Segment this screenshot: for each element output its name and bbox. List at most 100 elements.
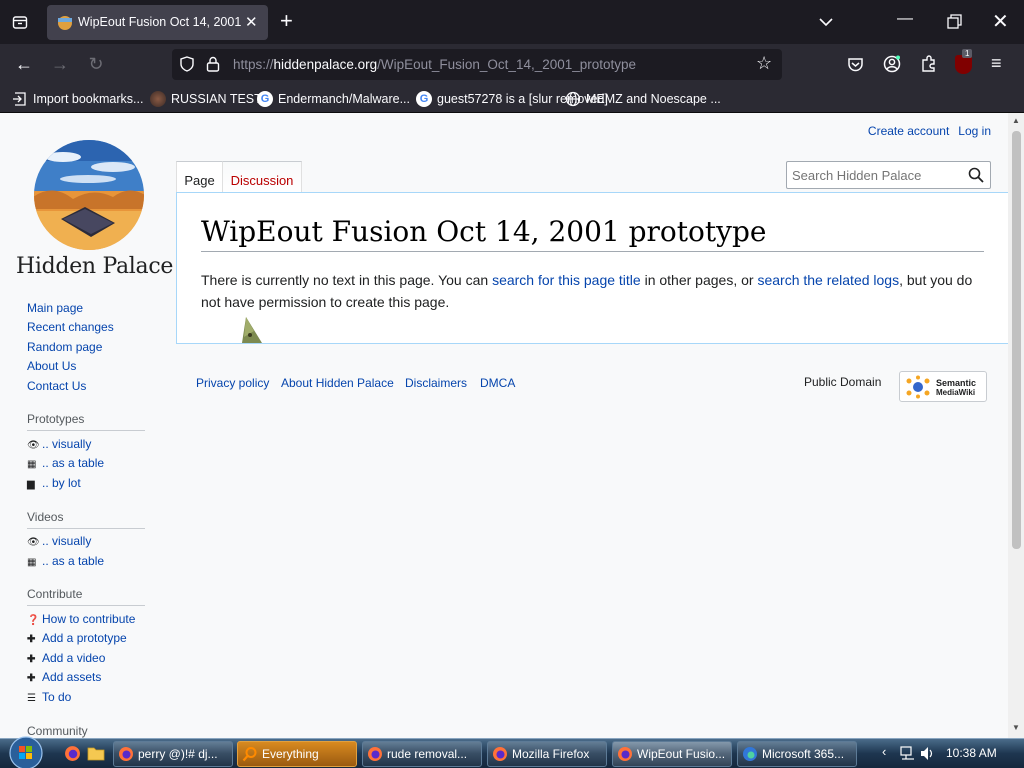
search-icon[interactable] [968,167,984,183]
globe-icon [565,91,581,107]
page-body-text: There is currently no text in this page.… [201,272,973,310]
pocket-icon[interactable] [847,56,864,73]
archive-icon: ▆ [27,479,35,490]
sidebar-item-random-page[interactable]: Random page [27,340,102,354]
url-text[interactable]: https://hiddenpalace.org/WipEout_Fusion_… [233,57,636,72]
tab-discussion[interactable]: Discussion [222,161,302,193]
firefox-icon [119,747,133,761]
sidebar-item-prototypes-lot[interactable]: ▆.. by lot [27,476,81,490]
start-button-icon[interactable] [8,736,44,768]
extensions-icon[interactable] [920,55,937,73]
page-title: WipEout Fusion Oct 14, 2001 prototype [201,215,984,252]
firefox-quicklaunch-icon[interactable] [64,745,81,762]
sidebar-item-to-do[interactable]: ☰ To do [27,690,71,704]
bookmark-memz[interactable]: MEMZ and Noescape ... [565,91,721,107]
sidebar-heading-videos: Videos [27,510,145,529]
hamburger-menu-icon[interactable]: ≡ [991,53,1002,74]
sidebar-item-recent-changes[interactable]: Recent changes [27,320,114,334]
taskbar-item-everything[interactable]: Everything [237,741,357,767]
sidebar-heading-prototypes: Prototypes [27,412,145,431]
scroll-up-icon[interactable]: ▲ [1012,116,1020,125]
google-icon: G [416,91,432,107]
sidebar-item-videos-visually[interactable]: 👁.. visually [27,534,91,548]
tray-expand-icon[interactable]: ‹ [882,744,886,759]
sidebar-item-contact-us[interactable]: Contact Us [27,379,86,393]
shield-icon[interactable] [179,56,195,72]
search-icon [242,747,257,762]
page-scrollbar[interactable]: ▲ ▼ [1008,113,1024,738]
footer-privacy-policy[interactable]: Privacy policy [196,376,269,390]
sidebar-item-add-prototype[interactable]: ✚ Add a prototype [27,631,127,645]
russian-test-icon [150,91,166,107]
minimize-icon[interactable]: — [897,10,913,28]
google-icon: G [257,91,273,107]
back-icon[interactable]: ← [12,52,36,76]
search-page-title-link[interactable]: search for this page title [492,272,641,288]
bookmark-import[interactable]: Import bookmarks... [12,91,143,107]
search-related-logs-link[interactable]: search the related logs [757,272,899,288]
hidden-palace-logo[interactable] [33,139,145,251]
browser-tab-active[interactable]: WipEout Fusion Oct 14, 2001 prototype ✕ [47,5,268,40]
taskbar-item-rude-removal[interactable]: rude removal... [362,741,482,767]
lock-icon[interactable] [206,56,220,72]
create-account-link[interactable]: Create account [868,124,949,138]
table-icon: ▦ [27,557,37,568]
footer-disclaimers[interactable]: Disclaimers [405,376,467,390]
extension-badge: 1 [962,49,973,58]
web-page: Create account Log in Hidden Palace Main … [0,113,1008,738]
edge-icon [743,747,757,761]
plus-icon: ✚ [27,634,36,645]
tab-list-button[interactable] [6,0,34,44]
restore-icon[interactable] [946,13,964,31]
site-name: Hidden Palace [16,254,174,279]
import-icon [13,92,26,106]
firefox-icon [368,747,382,761]
sidebar-item-prototypes-table[interactable]: ▦.. as a table [27,456,104,470]
folder-quicklaunch-icon[interactable] [87,746,105,761]
sidebar-item-prototypes-visually[interactable]: 👁.. visually [27,437,91,451]
bookmark-russian-test[interactable]: RUSSIAN TEST [150,91,262,107]
ublock-icon[interactable]: 1 [955,49,973,74]
volume-icon[interactable] [920,746,936,761]
scroll-thumb[interactable] [1012,131,1021,549]
window-close-icon[interactable]: ✕ [992,9,1009,34]
hidden-palace-favicon [58,16,72,30]
taskbar-clock[interactable]: 10:38 AM [946,746,997,760]
browser-navbar: ← → ↻ https://hiddenpalace.org/WipEout_F… [0,44,1024,85]
tab-close-icon[interactable]: ✕ [245,13,258,31]
semantic-mediawiki-badge[interactable]: Semantic MediaWiki [899,371,987,402]
bookmark-star-icon[interactable]: ☆ [756,53,772,74]
sidebar-item-videos-table[interactable]: ▦.. as a table [27,554,104,568]
scroll-down-icon[interactable]: ▼ [1012,723,1020,732]
chevron-down-icon[interactable] [818,14,834,30]
sidebar-item-main-page[interactable]: Main page [27,301,83,315]
question-circle-icon: ❓ [27,615,40,626]
taskbar-item-wipeout-fusion[interactable]: WipEout Fusio... [612,741,732,767]
search-input[interactable] [792,168,962,183]
url-bar[interactable]: https://hiddenpalace.org/WipEout_Fusion_… [172,49,782,80]
sidebar-item-how-to-contribute[interactable]: ❓ How to contribute [27,612,135,626]
bookmark-endermanch[interactable]: G Endermanch/Malware... [257,91,410,107]
network-icon[interactable] [900,746,916,761]
tab-title: WipEout Fusion Oct 14, 2001 prototype [78,15,244,29]
sidebar-heading-contribute: Contribute [27,587,145,606]
plus-icon: ✚ [27,654,36,665]
taskbar-item-mozilla-firefox[interactable]: Mozilla Firefox [487,741,607,767]
account-icon[interactable] [883,55,901,73]
browser-titlebar: WipEout Fusion Oct 14, 2001 prototype ✕ … [0,0,1024,44]
animated-cursor-icon [242,317,262,343]
log-in-link[interactable]: Log in [958,124,991,138]
footer-about[interactable]: About Hidden Palace [281,376,394,390]
sidebar-heading-community: Community [27,724,88,738]
taskbar-item-perry[interactable]: perry @)!# dj... [113,741,233,767]
sidebar-item-add-assets[interactable]: ✚ Add assets [27,670,101,684]
reload-icon[interactable]: ↻ [84,52,108,76]
sidebar-item-add-video[interactable]: ✚ Add a video [27,651,105,665]
firefox-icon [493,747,507,761]
sidebar-item-about-us[interactable]: About Us [27,359,76,373]
taskbar-item-microsoft-365[interactable]: Microsoft 365... [737,741,857,767]
new-tab-icon[interactable]: + [280,8,293,34]
forward-icon[interactable]: → [48,52,72,76]
tab-page[interactable]: Page [176,161,222,193]
footer-dmca[interactable]: DMCA [480,376,515,390]
